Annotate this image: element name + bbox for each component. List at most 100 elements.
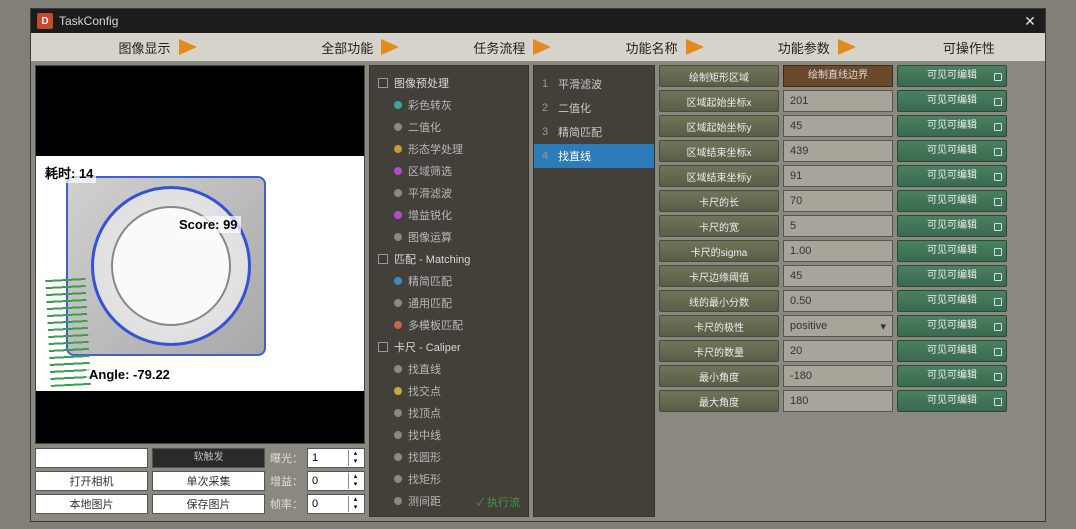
- close-icon[interactable]: ✕: [1021, 12, 1039, 30]
- param-select[interactable]: positive: [783, 315, 893, 337]
- func-item[interactable]: 区域筛选: [370, 160, 528, 182]
- save-image-button[interactable]: 保存图片: [152, 494, 265, 514]
- param-spinner[interactable]: ▴▾: [783, 390, 893, 412]
- exposure-label: 曝光：: [269, 450, 303, 466]
- param-name-button[interactable]: 区域结束坐标y: [659, 165, 779, 187]
- param-name-button[interactable]: 卡尺的宽: [659, 215, 779, 237]
- param-title[interactable]: 绘制直线边界: [783, 65, 893, 87]
- param-name-button[interactable]: 卡尺的长: [659, 190, 779, 212]
- func-icon: [394, 453, 402, 461]
- open-camera-button[interactable]: 打开相机: [35, 471, 148, 491]
- param-spinner[interactable]: ▴▾: [783, 290, 893, 312]
- func-item[interactable]: 图像运算: [370, 226, 528, 248]
- arrow-icon: [686, 39, 704, 55]
- func-category[interactable]: 图像预处理: [370, 72, 528, 94]
- operability-button[interactable]: 可见可编辑: [897, 190, 1007, 212]
- func-icon: [394, 387, 402, 395]
- params-column: 绘制直线边界 ▴▾ ▴▾ ▴▾ ▴▾ ▴▾ ▴▾ ▴▾ ▴▾ ▴▾ positive ▴▾ ▴▾ ▴▾: [783, 65, 893, 517]
- operability-button[interactable]: 可见可编辑: [897, 240, 1007, 262]
- param-name-button[interactable]: 区域起始坐标x: [659, 90, 779, 112]
- func-item[interactable]: 通用匹配: [370, 292, 528, 314]
- func-item[interactable]: 找直线: [370, 358, 528, 380]
- param-spinner[interactable]: ▴▾: [783, 165, 893, 187]
- header-funcs: 全部功能: [284, 38, 436, 57]
- operability-button[interactable]: 可见可编辑: [897, 340, 1007, 362]
- param-spinner[interactable]: ▴▾: [783, 90, 893, 112]
- func-item[interactable]: 多模板匹配: [370, 314, 528, 336]
- func-item[interactable]: 形态学处理: [370, 138, 528, 160]
- timing-label: 耗时: 14: [42, 162, 96, 183]
- func-item[interactable]: 精简匹配: [370, 270, 528, 292]
- image-viewer[interactable]: 耗时: 14 Score: 99 Angle: -79.22: [35, 65, 365, 444]
- param-spinner[interactable]: ▴▾: [783, 340, 893, 362]
- main-content: 耗时: 14 Score: 99 Angle: -79.22 软触发 曝光： ▴…: [31, 61, 1045, 521]
- func-icon: [394, 101, 402, 109]
- flow-step[interactable]: 2二值化: [534, 96, 654, 120]
- param-name-button[interactable]: 区域起始坐标y: [659, 115, 779, 137]
- gain-label: 增益：: [269, 473, 303, 489]
- func-item[interactable]: 彩色转灰: [370, 94, 528, 116]
- arrow-icon: [533, 39, 551, 55]
- param-spinner[interactable]: ▴▾: [783, 265, 893, 287]
- operability-button[interactable]: 可见可编辑: [897, 290, 1007, 312]
- exposure-spinner[interactable]: ▴▾: [307, 448, 365, 468]
- func-item[interactable]: 找交点: [370, 380, 528, 402]
- collapse-icon: [378, 78, 388, 88]
- param-name-button[interactable]: 卡尺的sigma: [659, 240, 779, 262]
- operability-button[interactable]: 可见可编辑: [897, 215, 1007, 237]
- param-spinner[interactable]: ▴▾: [783, 190, 893, 212]
- operability-button[interactable]: 可见可编辑: [897, 65, 1007, 87]
- local-image-button[interactable]: 本地图片: [35, 494, 148, 514]
- func-icon: [394, 475, 402, 483]
- param-name-button[interactable]: 最大角度: [659, 390, 779, 412]
- execute-flow[interactable]: ✓ 执行流: [476, 494, 520, 510]
- func-item[interactable]: 平滑滤波: [370, 182, 528, 204]
- param-spinner[interactable]: ▴▾: [783, 215, 893, 237]
- operability-button[interactable]: 可见可编辑: [897, 315, 1007, 337]
- operability-button[interactable]: 可见可编辑: [897, 365, 1007, 387]
- func-icon: [394, 409, 402, 417]
- param-spinner[interactable]: ▴▾: [783, 140, 893, 162]
- func-category[interactable]: 卡尺 - Caliper: [370, 336, 528, 358]
- single-capture-button[interactable]: 单次采集: [152, 471, 265, 491]
- func-icon: [394, 299, 402, 307]
- operability-button[interactable]: 可见可编辑: [897, 390, 1007, 412]
- param-name-button[interactable]: 卡尺的数量: [659, 340, 779, 362]
- operability-button[interactable]: 可见可编辑: [897, 165, 1007, 187]
- func-item[interactable]: 增益锐化: [370, 204, 528, 226]
- header-names: 功能名称: [588, 38, 740, 57]
- param-name-button[interactable]: 线的最小分数: [659, 290, 779, 312]
- func-item[interactable]: 找顶点: [370, 402, 528, 424]
- operability-button[interactable]: 可见可编辑: [897, 140, 1007, 162]
- flow-step[interactable]: 3精简匹配: [534, 120, 654, 144]
- param-name-button[interactable]: 卡尺边缘阈值: [659, 265, 779, 287]
- gain-spinner[interactable]: ▴▾: [307, 471, 365, 491]
- param-spinner[interactable]: ▴▾: [783, 115, 893, 137]
- app-icon: D: [37, 13, 53, 29]
- fps-spinner[interactable]: ▴▾: [307, 494, 365, 514]
- collapse-icon: [378, 254, 388, 264]
- names-column: 绘制矩形区域区域起始坐标x 区域起始坐标y 区域结束坐标x 区域结束坐标y 卡尺的长卡尺…: [659, 65, 779, 517]
- func-item[interactable]: 找中线: [370, 424, 528, 446]
- flow-column: 1平滑滤波2二值化3精简匹配4找直线: [533, 65, 655, 517]
- param-name-button[interactable]: 卡尺的极性: [659, 315, 779, 337]
- param-name-button[interactable]: 绘制矩形区域: [659, 65, 779, 87]
- image-controls: 软触发 曝光： ▴▾ 打开相机 单次采集 增益： ▴▾ 本地图片 保存图片 帧率…: [35, 448, 365, 517]
- param-name-button[interactable]: 区域结束坐标x: [659, 140, 779, 162]
- flow-step[interactable]: 1平滑滤波: [534, 72, 654, 96]
- operability-button[interactable]: 可见可编辑: [897, 115, 1007, 137]
- func-icon: [394, 497, 402, 505]
- func-item[interactable]: 找圆形: [370, 446, 528, 468]
- flow-step[interactable]: 4找直线: [534, 144, 654, 168]
- param-spinner[interactable]: ▴▾: [783, 240, 893, 262]
- func-item[interactable]: 二值化: [370, 116, 528, 138]
- trigger-select[interactable]: 软触发: [152, 448, 265, 468]
- func-item[interactable]: 找矩形: [370, 468, 528, 490]
- func-icon: [394, 189, 402, 197]
- operability-button[interactable]: 可见可编辑: [897, 265, 1007, 287]
- func-category[interactable]: 匹配 - Matching: [370, 248, 528, 270]
- blank-button[interactable]: [35, 448, 148, 468]
- param-name-button[interactable]: 最小角度: [659, 365, 779, 387]
- param-spinner[interactable]: ▴▾: [783, 365, 893, 387]
- operability-button[interactable]: 可见可编辑: [897, 90, 1007, 112]
